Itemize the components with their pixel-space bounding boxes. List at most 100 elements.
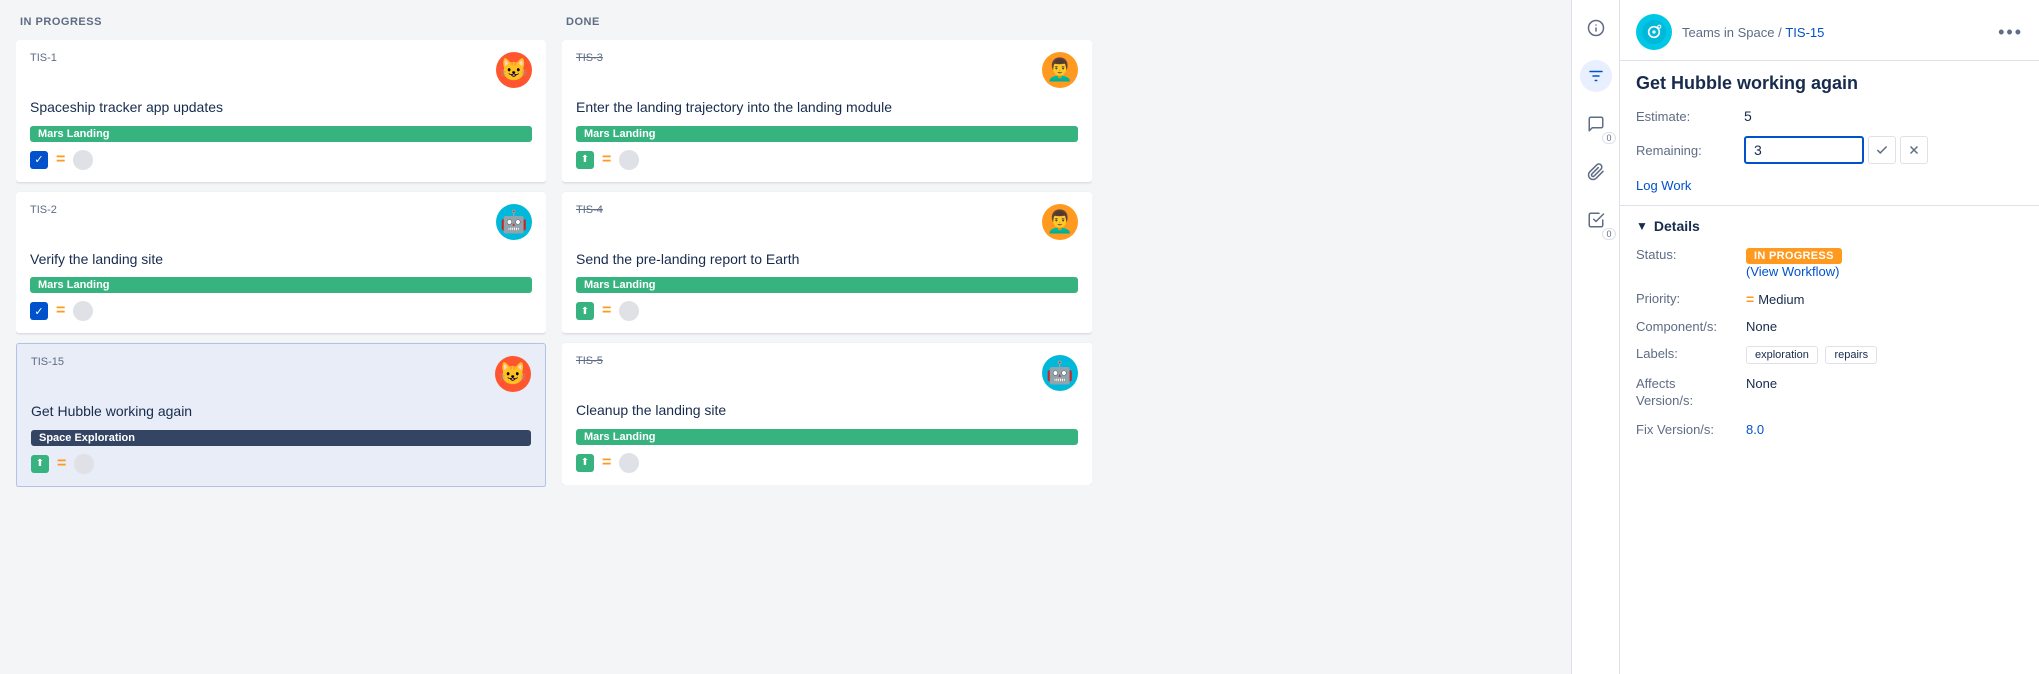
estimate-value: 5	[1744, 108, 1752, 124]
card-tis-5[interactable]: TIS-5 🤖 Cleanup the landing site Mars Landi…	[562, 343, 1092, 485]
status-circle-icon	[619, 301, 639, 321]
remaining-label: Remaining:	[1636, 143, 1736, 158]
priority-icon: =	[1746, 291, 1754, 307]
card-footer: ✓=	[30, 150, 532, 170]
priority-label: Priority:	[1636, 286, 1746, 311]
components-value: None	[1746, 314, 2023, 339]
info-icon-btn[interactable]	[1580, 12, 1612, 44]
card-tis-2[interactable]: TIS-2 🤖 Verify the landing site Mars Landin…	[16, 192, 546, 334]
detail-header: Teams in Space / TIS-15 •••	[1620, 0, 2039, 61]
details-section-header: ▼ Details	[1620, 210, 2039, 238]
remaining-input[interactable]	[1744, 136, 1864, 164]
attachment-icon-btn[interactable]	[1580, 156, 1612, 188]
column-header-in-progress: IN PROGRESS	[16, 16, 546, 40]
card-title: Enter the landing trajectory into the la…	[576, 98, 1078, 118]
status-circle-icon	[73, 301, 93, 321]
card-tis-3[interactable]: TIS-3👨‍🦱 Enter the landing trajectory int…	[562, 40, 1092, 182]
card-title: Cleanup the landing site	[576, 401, 1078, 421]
card-header-row: TIS-4👨‍🦱	[576, 204, 1078, 240]
details-fields: Status: IN PROGRESS (View Workflow) Prio…	[1620, 238, 2039, 446]
details-chevron[interactable]: ▼	[1636, 219, 1648, 233]
priority-equal-icon: =	[602, 302, 611, 320]
story-icon[interactable]: ⬆	[576, 302, 594, 320]
card-avatar: 🤖	[496, 204, 532, 240]
card-avatar: 😺	[495, 356, 531, 392]
breadcrumb: Teams in Space / TIS-15	[1682, 25, 1824, 40]
detail-header-left: Teams in Space / TIS-15	[1636, 14, 1824, 50]
side-icon-bar: 0 0	[1571, 0, 1619, 674]
card-tag[interactable]: Mars Landing	[30, 277, 532, 293]
column-header-done: DONE	[562, 16, 1092, 40]
confirm-button[interactable]	[1868, 136, 1896, 164]
column-done: DONETIS-3👨‍🦱Enter the landing trajectory…	[562, 16, 1092, 674]
card-footer: ⬆=	[576, 301, 1078, 321]
card-tis-4[interactable]: TIS-4👨‍🦱 Send the pre-landing report to E…	[562, 192, 1092, 334]
story-icon[interactable]: ⬆	[576, 454, 594, 472]
cancel-button[interactable]	[1900, 136, 1928, 164]
priority-equal-icon: =	[56, 151, 65, 169]
card-footer: ⬆=	[576, 150, 1078, 170]
status-circle-icon	[74, 454, 94, 474]
breadcrumb-issue[interactable]: TIS-15	[1785, 25, 1824, 40]
card-avatar: 🤖	[1042, 355, 1078, 391]
card-id: TIS-1	[30, 52, 57, 64]
view-workflow-link[interactable]: (View Workflow)	[1746, 264, 1839, 279]
card-avatar: 👨‍🦱	[1042, 204, 1078, 240]
check-icon[interactable]: ✓	[30, 151, 48, 169]
card-id: TIS-2	[30, 204, 57, 216]
remaining-row: Remaining:	[1636, 130, 2023, 170]
card-title: Spaceship tracker app updates	[30, 98, 532, 118]
project-avatar	[1636, 14, 1672, 50]
card-tis-15[interactable]: TIS-15😺Get Hubble working againSpace Exp…	[16, 343, 546, 487]
fix-version-value[interactable]: 8.0	[1746, 417, 2023, 442]
check-icon[interactable]: ✓	[30, 302, 48, 320]
affects-label: AffectsVersion/s:	[1636, 371, 1746, 415]
status-circle-icon	[619, 150, 639, 170]
card-avatar: 😺	[496, 52, 532, 88]
card-tag[interactable]: Mars Landing	[576, 126, 1078, 142]
comment-count: 0	[1602, 132, 1615, 144]
story-icon[interactable]: ⬆	[31, 455, 49, 473]
more-options-button[interactable]: •••	[1998, 22, 2023, 43]
card-tag[interactable]: Mars Landing	[576, 429, 1078, 445]
comment-icon-btn[interactable]: 0	[1580, 108, 1612, 140]
status-label: Status:	[1636, 242, 1746, 267]
card-tag[interactable]: Space Exploration	[31, 430, 531, 446]
card-footer: ⬆=	[31, 454, 531, 474]
card-tis-1[interactable]: TIS-1 😺 Spaceship tracker app updates Mars …	[16, 40, 546, 182]
label-exploration[interactable]: exploration	[1746, 346, 1818, 364]
priority-value: = Medium	[1746, 286, 2023, 312]
estimate-label: Estimate:	[1636, 109, 1736, 124]
filter-icon-btn[interactable]	[1580, 60, 1612, 92]
divider-1	[1620, 205, 2039, 206]
cards-list-done: TIS-3👨‍🦱Enter the landing trajectory int…	[562, 40, 1092, 485]
card-header-row: TIS-1 😺	[30, 52, 532, 88]
priority-equal-icon: =	[602, 151, 611, 169]
status-badge[interactable]: IN PROGRESS	[1746, 248, 1842, 264]
breadcrumb-project: Teams in Space	[1682, 25, 1775, 40]
card-tag[interactable]: Mars Landing	[30, 126, 532, 142]
estimate-section: Estimate: 5 Remaining:	[1620, 98, 2039, 174]
story-icon[interactable]: ⬆	[576, 151, 594, 169]
card-title: Send the pre-landing report to Earth	[576, 250, 1078, 270]
details-toggle[interactable]: Details	[1654, 218, 1700, 234]
column-in-progress: IN PROGRESS TIS-1 😺 Spaceship tracker app u…	[16, 16, 546, 674]
log-work-link[interactable]: Log Work	[1620, 174, 2039, 201]
card-tag[interactable]: Mars Landing	[576, 277, 1078, 293]
card-header-row: TIS-3👨‍🦱	[576, 52, 1078, 88]
priority-text: Medium	[1758, 292, 1804, 307]
affects-value: None	[1746, 371, 2023, 415]
card-id: TIS-3	[576, 52, 603, 64]
status-value: IN PROGRESS (View Workflow)	[1746, 242, 2023, 284]
card-id: TIS-5	[576, 355, 603, 367]
status-circle-icon	[619, 453, 639, 473]
labels-label: Labels:	[1636, 341, 1746, 366]
board-area: IN PROGRESS TIS-1 😺 Spaceship tracker app u…	[0, 0, 1571, 674]
priority-equal-icon: =	[56, 302, 65, 320]
checklist-icon-btn[interactable]: 0	[1580, 204, 1612, 236]
status-circle-icon	[73, 150, 93, 170]
label-repairs[interactable]: repairs	[1825, 346, 1877, 364]
remaining-input-container	[1744, 136, 1928, 164]
card-title: Verify the landing site	[30, 250, 532, 270]
checklist-count: 0	[1602, 228, 1615, 240]
